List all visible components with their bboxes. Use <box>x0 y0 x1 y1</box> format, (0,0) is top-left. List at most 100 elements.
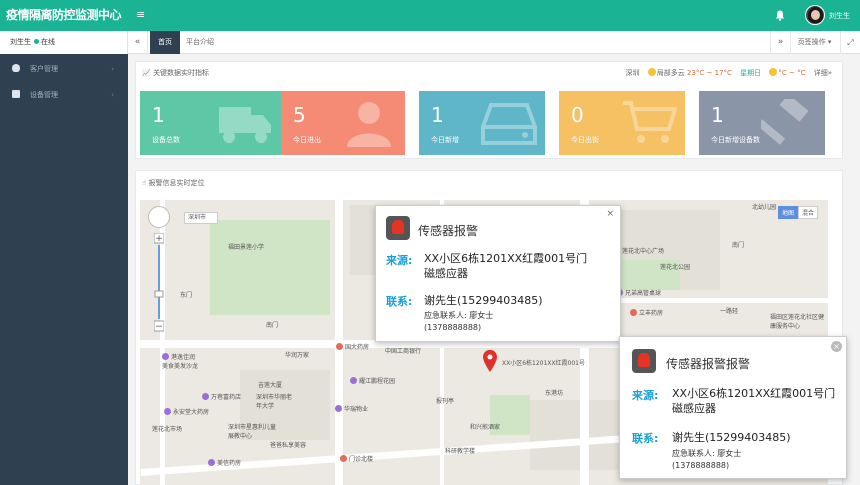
poi[interactable]: 兄弟高管桌球 <box>616 288 661 297</box>
location-pin-icon[interactable] <box>483 350 497 372</box>
poi[interactable]: 南门 <box>732 240 744 249</box>
alert-title: 传感器报警 <box>418 224 479 238</box>
source-label: 来源: <box>386 254 413 267</box>
tab-prev-button[interactable]: « <box>128 31 148 54</box>
stat-label: 今日出街 <box>571 136 599 144</box>
poi[interactable]: 万巷富药店 <box>202 392 241 401</box>
chart-line-icon: 📈 <box>142 69 151 77</box>
weather-day: 星期日 <box>740 69 762 77</box>
poi[interactable]: 吉莲大厦 <box>258 380 282 389</box>
page-ops-dropdown[interactable]: 页签操作 ▾ <box>790 31 838 54</box>
emergency-phone: (1378888888) <box>424 323 482 332</box>
stat-card-entries[interactable]: 5 今日进出 <box>281 91 405 155</box>
poi-label: 国大药房 <box>345 344 370 351</box>
stat-value: 0 <box>571 103 584 127</box>
poi-label: 福田区莲花北社区健康服务中心 <box>770 314 825 330</box>
sun-icon <box>647 68 656 76</box>
stat-value: 1 <box>152 103 165 127</box>
poi[interactable]: 福田景莲小学 <box>228 242 264 251</box>
poi[interactable]: 门诊北楼 <box>340 454 373 463</box>
sidebar-item-label: 客户管理 <box>30 65 58 73</box>
poi[interactable]: 华瑞物业 <box>335 404 368 413</box>
poi[interactable]: 永安堂大药房 <box>164 407 209 416</box>
source-value: XX小区6栋1201XX红霞001号门磁感应器 <box>424 252 588 280</box>
map-type-toggle[interactable]: 地图 混合 <box>777 206 818 219</box>
stat-card-out[interactable]: 0 今日出街 <box>559 91 685 155</box>
poi-label: 中国工商银行 <box>385 348 422 355</box>
zoom-slider[interactable]: + − <box>154 233 164 333</box>
hdd-icon <box>481 103 537 145</box>
tab-home[interactable]: 首页 <box>150 31 180 54</box>
poi-label: 福田景莲小学 <box>228 244 265 251</box>
online-dot-icon <box>34 39 39 44</box>
stat-card-new[interactable]: 1 今日新增 <box>419 91 545 155</box>
poi[interactable]: 东港坊 <box>545 388 563 397</box>
poi[interactable]: 华润万家 <box>285 350 309 359</box>
poi-label: 爸爸私享美容 <box>270 442 307 449</box>
poi[interactable]: 国大药房 <box>336 342 369 351</box>
poi[interactable]: 立丰药房 <box>630 308 663 317</box>
menu-icon[interactable]: ≡ <box>136 8 145 21</box>
poi-label: 莲花北市场 <box>152 426 183 433</box>
park-area <box>210 220 330 315</box>
poi[interactable]: 爸爸私享美容 <box>270 440 306 449</box>
poi-label: 一路轻 <box>720 308 739 315</box>
weather-widget: 深圳 局部多云 23°C ~ 17°C 星期日 °C ~ °C 详细» <box>626 68 832 78</box>
map-type-map[interactable]: 地图 <box>777 206 798 219</box>
sidebar: 刘生生 在线 客户管理 › 设备管理 › <box>0 31 128 485</box>
poi[interactable]: 莲花北公园 <box>660 262 690 271</box>
sidebar-item-devices[interactable]: 设备管理 › <box>0 82 128 108</box>
avatar[interactable] <box>805 5 825 25</box>
poi-label: 科研教学楼 <box>445 448 476 455</box>
poi[interactable]: 中国工商银行 <box>385 346 421 355</box>
truck-icon <box>219 107 271 143</box>
poi-label: 吉莲大厦 <box>258 382 283 389</box>
stat-card-new-devices[interactable]: 1 今日新增设备数 <box>699 91 825 155</box>
poi-label: 东门 <box>180 292 193 299</box>
tab-intro[interactable]: 平台介绍 <box>186 31 214 54</box>
sidebar-item-label: 设备管理 <box>30 91 58 99</box>
poi[interactable]: 福田区莲花北社区健康服务中心 <box>770 312 826 330</box>
weather-temp2: °C ~ °C <box>778 69 806 77</box>
weather-more-link[interactable]: 详细» <box>814 69 832 77</box>
poi[interactable]: 科研教学楼 <box>445 446 475 455</box>
emergency-contact: 应急联系人: 廖女士 <box>672 449 742 458</box>
poi[interactable]: 北幼儿园 <box>752 202 776 211</box>
city-select[interactable]: 深圳市 <box>184 212 218 224</box>
bell-icon[interactable] <box>775 10 785 21</box>
poi[interactable]: 东门 <box>180 290 192 299</box>
poi[interactable]: 港逸佳润美食美发沙龙 <box>162 352 200 370</box>
contact-value: 谢先生(15299403485) <box>424 294 543 307</box>
poi[interactable]: XX小区6栋1201XX红霞001号 <box>502 358 585 367</box>
poi[interactable]: 莲花北中心广场 <box>622 246 664 255</box>
stat-card-devices[interactable]: 1 设备总数 <box>140 91 281 155</box>
poi[interactable]: 和兴煎酒家 <box>470 422 500 431</box>
poi[interactable]: 耀江鹏程花园 <box>350 376 395 385</box>
poi-label: 莲花北公园 <box>660 264 691 271</box>
poi[interactable]: 美信药房 <box>208 458 241 467</box>
close-icon[interactable]: × <box>831 341 842 352</box>
stats-title-text: 关键数据实时指标 <box>152 69 209 77</box>
fullscreen-icon[interactable]: ⤢ <box>840 31 860 54</box>
emergency-phone: (1378888888) <box>672 461 730 470</box>
poi[interactable]: 报刊亭 <box>436 396 454 405</box>
poi-label: 永安堂大药房 <box>173 409 210 416</box>
weather-condition: 局部多云 <box>656 69 685 77</box>
poi[interactable]: 深圳市华丽老年大学 <box>256 392 296 410</box>
poi[interactable]: 南门 <box>266 320 278 329</box>
poi-label: 华瑞物业 <box>344 406 369 413</box>
poi-label: 华润万家 <box>285 352 310 359</box>
poi[interactable]: 莲花北市场 <box>152 424 182 433</box>
user-name[interactable]: 刘生生 <box>829 11 850 21</box>
map-compass[interactable] <box>148 206 170 228</box>
source-value: XX小区6栋1201XX红霞001号门磁感应器 <box>672 387 836 415</box>
svg-text:+: + <box>155 234 163 244</box>
poi[interactable]: 深圳市星惠利儿童展教中心 <box>228 422 278 440</box>
poi[interactable]: 一路轻 <box>720 306 738 315</box>
svg-text:−: − <box>155 322 163 332</box>
close-icon[interactable]: × <box>606 209 614 219</box>
tab-next-button[interactable]: » <box>770 31 790 54</box>
sidebar-user: 刘生生 在线 <box>0 31 128 54</box>
sidebar-item-customers[interactable]: 客户管理 › <box>0 56 128 82</box>
map-type-hybrid[interactable]: 混合 <box>797 206 818 219</box>
